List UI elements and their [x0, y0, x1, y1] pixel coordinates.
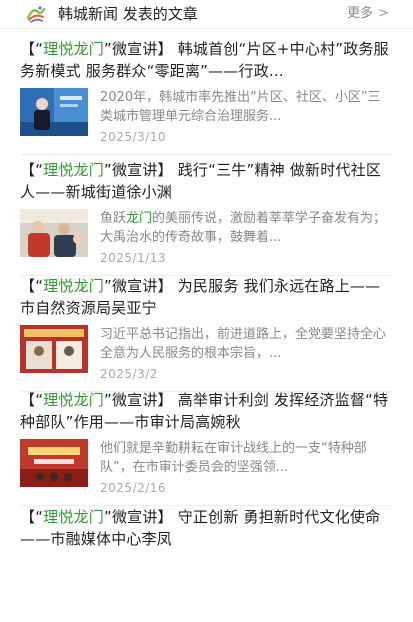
page-title: 韩城新闻 发表的文章 [58, 5, 198, 23]
city-logo-icon [26, 6, 46, 23]
article-title[interactable]: 【“理悦龙门”微宣讲】 高举审计利剑 发挥经济监督“特种部队”作用——市审计局高… [20, 389, 392, 433]
summary-text: 他们就是辛勤耕耘在审计战线上的一支“特种部队”，在市审计委员会的坚强领... [100, 441, 367, 475]
article-summary: 习近平总书记指出，前进道路上，全党要坚持全心全意为人民服务的根本宗旨，... [100, 325, 390, 363]
title-highlight: 理悦龙门 [43, 40, 104, 58]
article-date: 2025/3/10 [100, 130, 167, 144]
article-summary: 鱼跃龙门的美丽传说，激励着莘莘学子奋发有为；大禹治水的传奇故事，鼓舞着... [100, 209, 390, 247]
title-highlight: 理悦龙门 [43, 391, 104, 409]
article-title[interactable]: 【“理悦龙门”微宣讲】 为民服务 我们永远在路上——市自然资源局吴亚宁 [20, 275, 392, 319]
article-item[interactable]: 【“理悦龙门”微宣讲】 践行“三牛”精神 做新时代社区人——新城街道徐小渊 鱼跃… [20, 159, 392, 276]
title-highlight: 理悦龙门 [43, 277, 104, 295]
title-highlight: 理悦龙门 [43, 161, 104, 179]
article-item[interactable]: 【“理悦龙门”微宣讲】 韩城首创“片区+中心村”政务服务新模式 服务群众“零距离… [20, 38, 392, 155]
title-highlight: 理悦龙门 [43, 508, 104, 526]
article-title[interactable]: 【“理悦龙门”微宣讲】 守正创新 勇担新时代文化使命——市融媒体中心李凤 [20, 506, 392, 550]
title-bracket: 【“ [20, 161, 44, 179]
article-date: 2025/2/16 [100, 481, 167, 495]
article-summary: 他们就是辛勤耕耘在审计战线上的一支“特种部队”，在市审计委员会的坚强领... [100, 439, 390, 477]
chevron-right-icon: > [378, 6, 389, 21]
article-thumbnail[interactable] [20, 88, 88, 136]
summary-highlight: 龙门 [126, 211, 153, 226]
more-link[interactable]: 更多 > [347, 6, 389, 22]
summary-text: 2020年，韩城市率先推出“片区、社区、小区”三类城市管理单元综合治理服务... [100, 90, 381, 124]
article-item[interactable]: 【“理悦龙门”微宣讲】 守正创新 勇担新时代文化使命——市融媒体中心李凤 [20, 506, 392, 622]
article-item[interactable]: 【“理悦龙门”微宣讲】 高举审计利剑 发挥经济监督“特种部队”作用——市审计局高… [20, 389, 392, 506]
title-bracket: 【“ [20, 277, 44, 295]
title-bracket: 【“ [20, 391, 44, 409]
summary-text: 鱼跃 [100, 211, 127, 226]
title-bracket: 【“ [20, 40, 44, 58]
article-thumbnail[interactable] [20, 209, 88, 257]
article-date: 2025/1/13 [100, 251, 167, 265]
article-title[interactable]: 【“理悦龙门”微宣讲】 韩城首创“片区+中心村”政务服务新模式 服务群众“零距离… [20, 38, 392, 82]
article-thumbnail[interactable] [20, 439, 88, 487]
more-label: 更多 [347, 6, 374, 21]
article-summary: 2020年，韩城市率先推出“片区、社区、小区”三类城市管理单元综合治理服务... [100, 88, 390, 126]
header-bar: 韩城新闻 发表的文章 更多 > [0, 0, 413, 29]
title-bracket: 【“ [20, 508, 44, 526]
article-title[interactable]: 【“理悦龙门”微宣讲】 践行“三牛”精神 做新时代社区人——新城街道徐小渊 [20, 159, 392, 203]
summary-text: 习近平总书记指出，前进道路上，全党要坚持全心全意为人民服务的根本宗旨，... [100, 327, 387, 361]
article-date: 2025/3/2 [100, 367, 158, 381]
article-item[interactable]: 【“理悦龙门”微宣讲】 为民服务 我们永远在路上——市自然资源局吴亚宁 习近平总… [20, 275, 392, 392]
article-thumbnail[interactable] [20, 325, 88, 373]
